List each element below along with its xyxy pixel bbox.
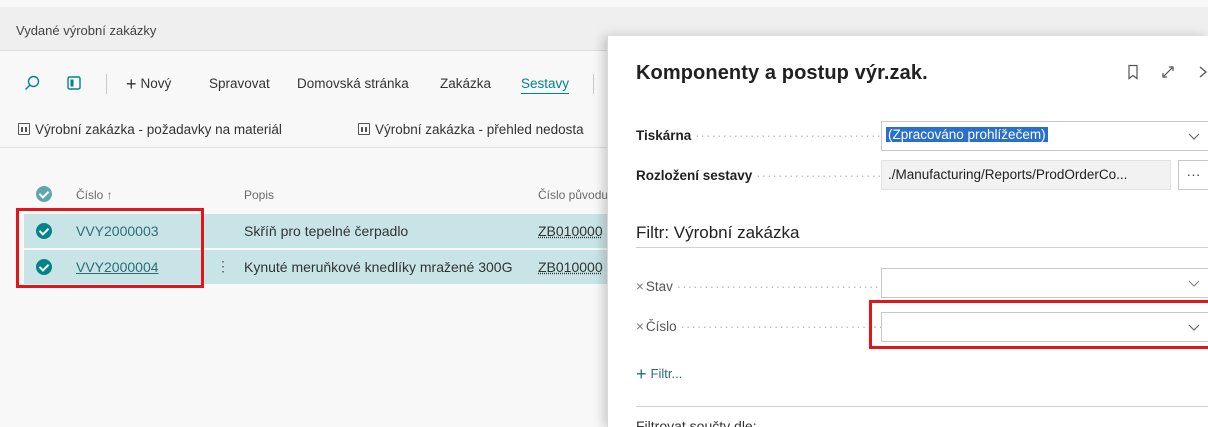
- filter-section-title: Filtr: Výrobní zakázka: [636, 223, 800, 242]
- printer-select[interactable]: (Zpracováno prohlížečem): [881, 121, 1208, 151]
- source-number-link[interactable]: ZB010000: [538, 259, 603, 275]
- reports-tab[interactable]: Sestavy: [521, 62, 570, 106]
- report-icon: [358, 123, 370, 135]
- column-header-description[interactable]: Popis: [244, 188, 274, 202]
- chevron-down-icon: [1188, 127, 1200, 145]
- chevron-down-icon: [1188, 274, 1200, 292]
- home-tab[interactable]: Domovská stránka: [297, 62, 409, 106]
- report-shortage-list[interactable]: Výrobní zakázka - přehled nedosta: [358, 112, 584, 148]
- row-actions-icon[interactable]: ⋮: [216, 258, 230, 275]
- new-label: Nový: [140, 76, 172, 91]
- section-divider: [636, 247, 1208, 248]
- add-filter-label: Filtr...: [650, 366, 683, 381]
- new-button[interactable]: + Nový: [126, 62, 171, 106]
- remove-filter-icon[interactable]: ×: [636, 279, 644, 294]
- highlight-number-filter: [869, 300, 1208, 349]
- remove-filter-icon[interactable]: ×: [636, 319, 644, 334]
- column-header-source-no[interactable]: Číslo původu: [538, 188, 608, 202]
- toolbar-divider: [106, 74, 107, 94]
- printer-label: Tiskárna ·······························…: [636, 128, 881, 143]
- source-number-link[interactable]: ZB010000: [538, 223, 603, 239]
- order-description: Kynuté meruňkové knedlíky mražené 300G: [244, 259, 513, 275]
- order-description: Skříň pro tepelné čerpadlo: [244, 223, 409, 239]
- layout-field: ./Manufacturing/Reports/ProdOrderCo...: [881, 160, 1171, 190]
- column-header-no[interactable]: Číslo ↑: [76, 188, 113, 202]
- order-tab[interactable]: Zakázka: [440, 62, 491, 106]
- reports-label: Sestavy: [521, 76, 570, 94]
- report-label: Výrobní zakázka - přehled nedosta: [375, 122, 584, 137]
- toolbar-divider-2: [593, 74, 594, 94]
- layout-value: ./Manufacturing/Reports/ProdOrderCo...: [888, 167, 1128, 182]
- select-all-checkbox[interactable]: [36, 186, 52, 202]
- filter-status-label: × Stav ··································…: [636, 279, 881, 294]
- filter-no-label: × Číslo ·································…: [636, 319, 881, 334]
- highlight-order-numbers: [16, 208, 204, 288]
- report-request-panel: Komponenty a postup výr.zak. Tiskárna ··…: [607, 36, 1208, 427]
- report-icon: [18, 123, 30, 135]
- search-icon[interactable]: [24, 62, 40, 106]
- expand-icon[interactable]: [1160, 64, 1176, 85]
- plus-icon: +: [636, 364, 647, 384]
- list-layout-icon[interactable]: [66, 62, 82, 106]
- close-icon[interactable]: [1198, 64, 1208, 85]
- totals-section-title: Filtrovat součty dle:: [636, 418, 757, 427]
- plus-icon: +: [126, 74, 137, 94]
- add-filter-button[interactable]: + Filtr...: [636, 364, 682, 385]
- manage-tab[interactable]: Spravovat: [209, 62, 270, 106]
- printer-value: (Zpracováno prohlížečem): [886, 127, 1048, 142]
- report-label: Výrobní zakázka - požadavky na materiál: [35, 122, 282, 137]
- section-divider: [636, 406, 1208, 407]
- panel-title: Komponenty a postup výr.zak.: [636, 62, 928, 84]
- bookmark-icon[interactable]: [1126, 64, 1140, 85]
- layout-lookup-button[interactable]: ···: [1178, 160, 1208, 190]
- page-title: Vydané výrobní zakázky: [16, 23, 157, 38]
- report-material-requirements[interactable]: Výrobní zakázka - požadavky na materiál: [18, 112, 282, 148]
- layout-label: Rozložení sestavy ······················…: [636, 168, 881, 183]
- filter-status-select[interactable]: [881, 268, 1208, 298]
